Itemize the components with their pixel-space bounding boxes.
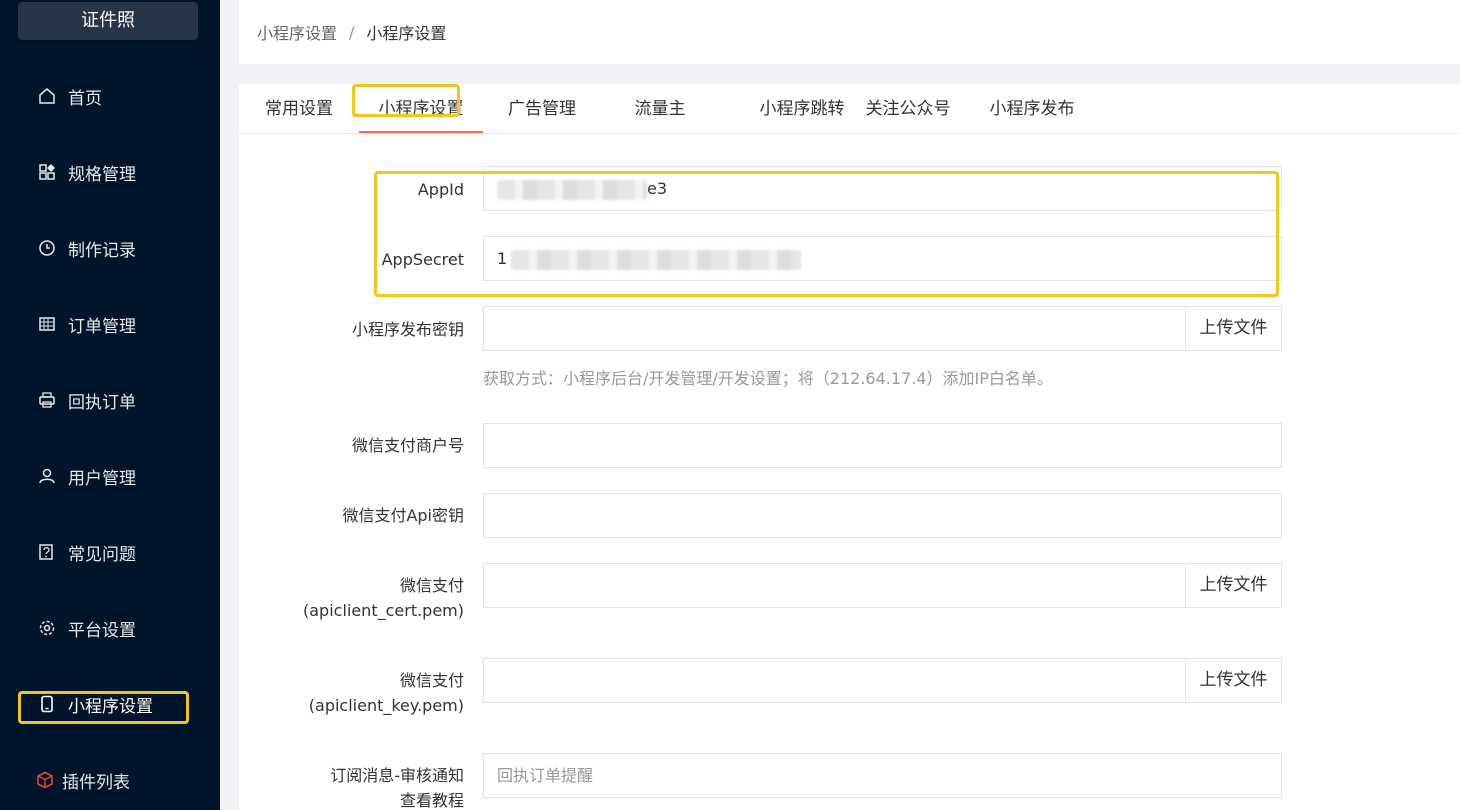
settings-panel: 常用设置 小程序设置 广告管理 流量主 小程序跳转 关注公众号 小程序发布 Ap… <box>239 84 1460 810</box>
sidebar-item-label: 回执订单 <box>68 392 136 413</box>
key-label-line2: (apiclient_key.pem) <box>308 696 464 715</box>
key-label-line1: 微信支付 <box>399 671 464 690</box>
appid-input[interactable]: e3 <box>483 166 1282 211</box>
key-label: 微信支付 (apiclient_key.pem) <box>309 670 464 717</box>
tab-ad-management[interactable]: 广告管理 <box>506 84 578 134</box>
sidebar-item-specs[interactable]: 规格管理 <box>0 152 220 192</box>
breadcrumb: 小程序设置 / 小程序设置 <box>239 0 1460 64</box>
tab-bar: 常用设置 小程序设置 广告管理 流量主 小程序跳转 关注公众号 小程序发布 <box>239 84 1460 134</box>
sidebar-item-label: 制作记录 <box>68 240 136 261</box>
printer-icon <box>38 391 56 409</box>
subscribe-label-line1: 订阅消息-审核通知 <box>330 766 464 785</box>
redacted-value <box>497 179 647 200</box>
breadcrumb-current: 小程序设置 <box>366 24 447 43</box>
sidebar-item-home[interactable]: 首页 <box>0 76 220 116</box>
appid-visible-suffix: e3 <box>647 179 668 198</box>
sidebar-item-orders[interactable]: 订单管理 <box>0 304 220 344</box>
sidebar-item-label: 规格管理 <box>68 164 136 185</box>
cert-label-line1: 微信支付 <box>399 576 464 595</box>
cert-input[interactable] <box>483 563 1186 608</box>
tab-miniprogram-publish[interactable]: 小程序发布 <box>987 84 1077 134</box>
tab-traffic-host[interactable]: 流量主 <box>633 84 687 134</box>
home-icon <box>38 87 56 105</box>
breadcrumb-separator: / <box>349 22 355 42</box>
upload-cert-button[interactable]: 上传文件 <box>1185 563 1282 608</box>
sidebar-item-miniprogram-settings[interactable]: 小程序设置 <box>0 684 220 724</box>
appsecret-visible-prefix: 1 <box>497 249 508 268</box>
clock-icon <box>38 239 56 257</box>
sidebar-item-records[interactable]: 制作记录 <box>0 228 220 268</box>
publish-key-label: 小程序发布密钥 <box>351 320 464 339</box>
table-icon <box>38 315 56 333</box>
publish-key-hint: 获取方式：小程序后台/开发管理/开发设置；将（212.64.17.4）添加IP白… <box>483 369 1053 388</box>
publish-key-input[interactable] <box>483 306 1186 351</box>
cert-label-line2: (apiclient_cert.pem) <box>303 601 464 620</box>
subscribe-input[interactable]: 回执订单提醒 <box>483 753 1282 798</box>
sidebar-item-users[interactable]: 用户管理 <box>0 456 220 496</box>
mch-id-label: 微信支付商户号 <box>351 436 464 455</box>
main-area: 小程序设置 / 小程序设置 常用设置 小程序设置 广告管理 流量主 小程序跳转 … <box>220 0 1460 810</box>
subscribe-placeholder: 回执订单提醒 <box>497 766 594 785</box>
appsecret-input[interactable]: 1 <box>483 236 1282 281</box>
sidebar: 证件照 首页 规格管理 制作记录 订单管理 回执订单 用户管理 常见问题 平台设… <box>0 0 220 810</box>
user-icon <box>38 467 56 485</box>
cube-icon <box>36 771 54 789</box>
view-tutorial-link[interactable]: 查看教程 <box>330 790 464 810</box>
sidebar-item-label: 平台设置 <box>68 620 136 641</box>
phone-icon <box>38 695 56 713</box>
api-key-input[interactable] <box>483 493 1282 538</box>
tab-common-settings[interactable]: 常用设置 <box>263 84 335 134</box>
upload-key-button[interactable]: 上传文件 <box>1185 658 1282 703</box>
tab-miniprogram-settings[interactable]: 小程序设置 <box>376 84 466 134</box>
sidebar-item-label: 订单管理 <box>68 316 136 337</box>
api-key-label: 微信支付Api密钥 <box>342 506 464 525</box>
key-input[interactable] <box>483 658 1186 703</box>
question-icon <box>38 543 56 561</box>
appid-label: AppId <box>417 180 464 199</box>
tab-miniprogram-jump[interactable]: 小程序跳转 <box>757 84 847 134</box>
sidebar-item-label: 用户管理 <box>68 468 136 489</box>
mch-id-input[interactable] <box>483 423 1282 468</box>
redacted-value <box>511 249 802 270</box>
subscribe-label: 订阅消息-审核通知 查看教程 <box>330 765 464 810</box>
sidebar-item-receipt-orders[interactable]: 回执订单 <box>0 380 220 420</box>
tab-follow-official-account[interactable]: 关注公众号 <box>863 84 953 134</box>
sidebar-item-platform-settings[interactable]: 平台设置 <box>0 608 220 648</box>
app-logo: 证件照 <box>18 2 198 40</box>
sidebar-item-label: 小程序设置 <box>68 696 153 717</box>
sidebar-item-label: 插件列表 <box>62 772 130 793</box>
breadcrumb-parent[interactable]: 小程序设置 <box>257 20 337 44</box>
appsecret-label: AppSecret <box>381 250 464 269</box>
grid-icon <box>38 163 56 181</box>
cert-label: 微信支付 (apiclient_cert.pem) <box>303 575 464 622</box>
sidebar-item-plugins[interactable]: 插件列表 <box>0 760 220 800</box>
upload-publish-key-button[interactable]: 上传文件 <box>1185 306 1282 351</box>
sidebar-item-faq[interactable]: 常见问题 <box>0 532 220 572</box>
sidebar-item-label: 首页 <box>68 88 102 109</box>
gear-icon <box>38 619 56 637</box>
sidebar-item-label: 常见问题 <box>68 544 136 565</box>
active-tab-indicator <box>359 131 483 133</box>
